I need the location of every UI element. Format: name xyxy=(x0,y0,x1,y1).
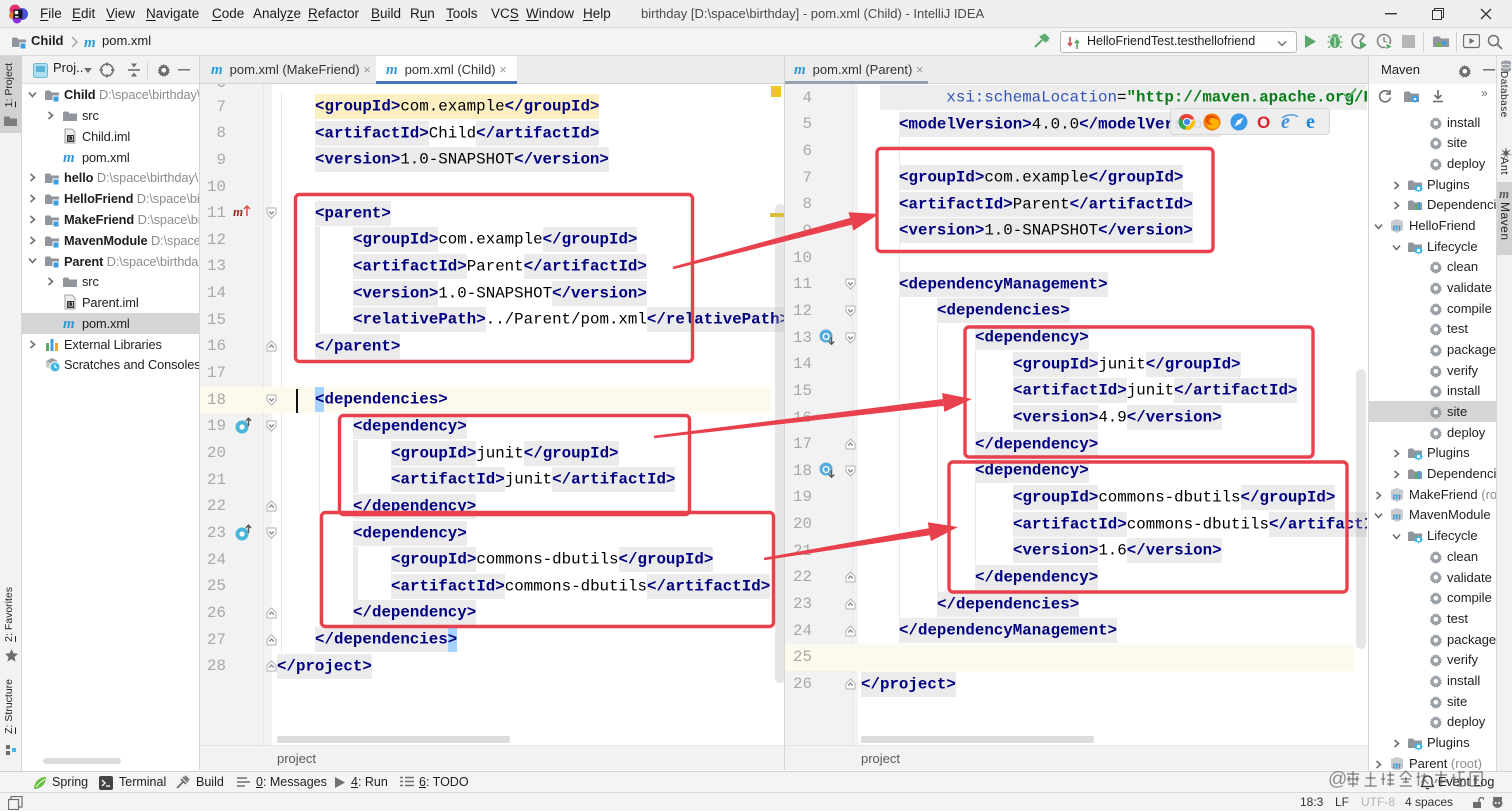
svg-text:m: m xyxy=(1393,511,1402,523)
svg-text:O: O xyxy=(1257,113,1270,132)
svg-text:m: m xyxy=(63,150,75,165)
svg-text:m: m xyxy=(794,62,806,77)
svg-text:e: e xyxy=(1306,111,1315,132)
svg-text:IJ: IJ xyxy=(68,136,73,143)
svg-text:m: m xyxy=(63,316,75,331)
svg-text:m: m xyxy=(1393,759,1402,770)
svg-text:m: m xyxy=(1393,221,1402,233)
svg-text:e: e xyxy=(1281,111,1290,132)
svg-text:m: m xyxy=(1393,490,1402,502)
svg-text:m: m xyxy=(84,35,96,50)
svg-text:@: @ xyxy=(1328,770,1347,790)
svg-text:m: m xyxy=(386,62,398,77)
svg-text:m: m xyxy=(211,62,223,77)
svg-text:m: m xyxy=(1499,186,1509,201)
svg-text:m: m xyxy=(233,204,243,219)
svg-text:IJ: IJ xyxy=(68,302,73,309)
